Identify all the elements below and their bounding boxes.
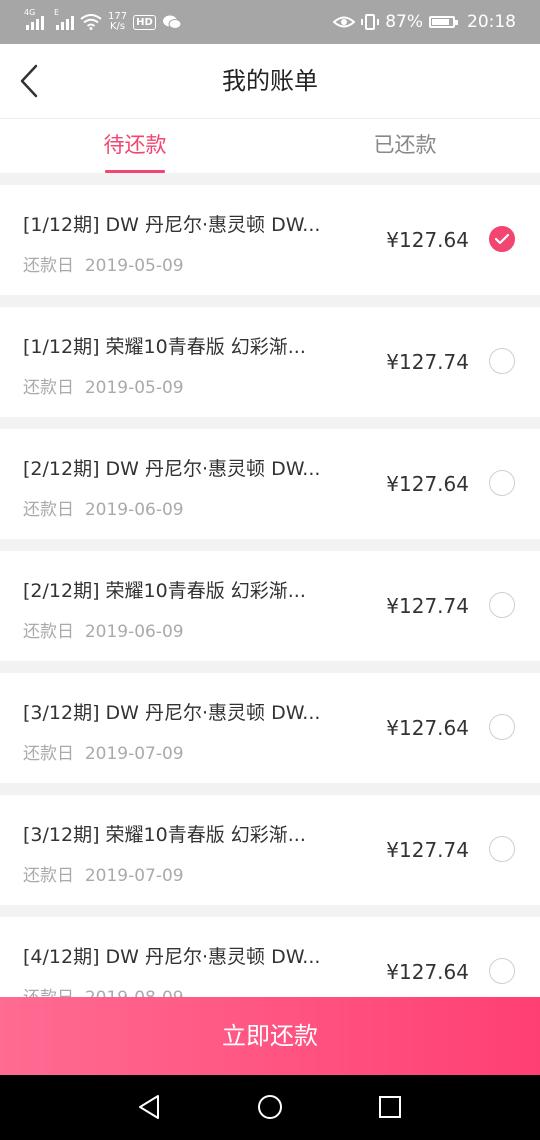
bill-checkbox[interactable] xyxy=(489,348,515,374)
bill-name: [2/12期] 荣耀10青春版 幻彩渐... xyxy=(23,580,306,602)
tab-pending-label: 待还款 xyxy=(103,133,167,157)
bill-item[interactable]: [2/12期] DW 丹尼尔·惠灵顿 DW... 还款日 2019-06-09 … xyxy=(0,429,540,539)
cellular-signal-2-icon: E xyxy=(54,8,74,30)
due-date-value: 2019-05-09 xyxy=(84,378,184,398)
due-date-value: 2019-06-09 xyxy=(84,622,184,642)
network-type-label: 4G xyxy=(24,8,36,17)
due-date-value: 2019-07-09 xyxy=(84,744,184,764)
bill-amount: ¥127.74 xyxy=(386,350,469,374)
due-date-value: 2019-06-09 xyxy=(84,500,184,520)
bill-name: [1/12期] 荣耀10青春版 幻彩渐... xyxy=(23,336,306,358)
page-title: 我的账单 xyxy=(222,67,318,95)
network-type-label-2: E xyxy=(54,8,60,17)
due-date-value: 2019-07-09 xyxy=(84,866,184,886)
system-nav-bar xyxy=(0,1075,540,1140)
due-date-label: 还款日 xyxy=(23,378,74,398)
bill-item[interactable]: [1/12期] DW 丹尼尔·惠灵顿 DW... 还款日 2019-05-09 … xyxy=(0,185,540,295)
bill-checkbox[interactable] xyxy=(489,958,515,984)
bill-due-date: 还款日 2019-07-09 xyxy=(23,861,184,886)
tab-active-indicator xyxy=(105,170,165,173)
bill-checkbox[interactable] xyxy=(489,226,515,252)
bill-amount: ¥127.74 xyxy=(386,594,469,618)
bill-due-date: 还款日 2019-05-09 xyxy=(23,373,184,398)
due-date-label: 还款日 xyxy=(23,256,74,276)
bill-item[interactable]: [1/12期] 荣耀10青春版 幻彩渐... 还款日 2019-05-09 ¥1… xyxy=(0,307,540,417)
bill-item[interactable]: [4/12期] DW 丹尼尔·惠灵顿 DW... 还款日 2019-08-09 … xyxy=(0,917,540,997)
tab-pending[interactable]: 待还款 xyxy=(0,119,270,173)
bill-name: [3/12期] 荣耀10青春版 幻彩渐... xyxy=(23,824,306,846)
bill-amount: ¥127.64 xyxy=(386,960,469,984)
bill-item[interactable]: [2/12期] 荣耀10青春版 幻彩渐... 还款日 2019-06-09 ¥1… xyxy=(0,551,540,661)
bill-amount: ¥127.64 xyxy=(386,716,469,740)
bill-due-date: 还款日 2019-07-09 xyxy=(23,739,184,764)
tab-paid-label: 已还款 xyxy=(373,133,437,157)
due-date-label: 还款日 xyxy=(23,988,74,997)
bill-due-date: 还款日 2019-06-09 xyxy=(23,617,184,642)
bill-name: [1/12期] DW 丹尼尔·惠灵顿 DW... xyxy=(23,214,321,236)
bill-amount: ¥127.64 xyxy=(386,472,469,496)
due-date-label: 还款日 xyxy=(23,744,74,764)
due-date-value: 2019-05-09 xyxy=(84,256,184,276)
bill-name: [3/12期] DW 丹尼尔·惠灵顿 DW... xyxy=(23,702,321,724)
bill-checkbox[interactable] xyxy=(489,714,515,740)
bill-name: [2/12期] DW 丹尼尔·惠灵顿 DW... xyxy=(23,458,321,480)
pay-now-button[interactable]: 立即还款 xyxy=(0,997,540,1075)
wifi-icon xyxy=(80,14,102,30)
status-bar: 4G E 177 K/s HD 87% 20:18 xyxy=(0,0,540,44)
bill-due-date: 还款日 2019-06-09 xyxy=(23,495,184,520)
network-speed: 177 K/s xyxy=(108,12,127,32)
vibrate-icon xyxy=(361,14,380,30)
bill-list[interactable]: [1/12期] DW 丹尼尔·惠灵顿 DW... 还款日 2019-05-09 … xyxy=(0,185,540,997)
bill-amount: ¥127.74 xyxy=(386,838,469,862)
bill-name: [4/12期] DW 丹尼尔·惠灵顿 DW... xyxy=(23,946,321,968)
wechat-icon xyxy=(162,15,182,29)
battery-level-fill xyxy=(432,19,450,25)
bill-due-date: 还款日 2019-08-09 xyxy=(23,983,184,997)
due-date-label: 还款日 xyxy=(23,622,74,642)
app-header: 我的账单 xyxy=(0,44,540,119)
bill-item[interactable]: [3/12期] 荣耀10青春版 幻彩渐... 还款日 2019-07-09 ¥1… xyxy=(0,795,540,905)
due-date-value: 2019-08-09 xyxy=(85,988,184,997)
bill-checkbox[interactable] xyxy=(489,836,515,862)
tab-bar: 待还款 已还款 xyxy=(0,119,540,173)
bill-checkbox[interactable] xyxy=(489,470,515,496)
bill-due-date: 还款日 2019-05-09 xyxy=(23,251,184,276)
nav-recents-icon[interactable] xyxy=(376,1093,404,1121)
hd-badge: HD xyxy=(133,14,156,30)
network-speed-unit: K/s xyxy=(109,21,126,32)
bill-item[interactable]: [3/12期] DW 丹尼尔·惠灵顿 DW... 还款日 2019-07-09 … xyxy=(0,673,540,783)
battery-icon xyxy=(429,16,458,28)
nav-back-icon[interactable] xyxy=(136,1093,164,1121)
nav-home-icon[interactable] xyxy=(256,1093,284,1121)
bill-checkbox[interactable] xyxy=(489,592,515,618)
checkmark-icon xyxy=(495,233,509,245)
tab-paid[interactable]: 已还款 xyxy=(270,119,540,173)
eye-comfort-icon xyxy=(333,16,356,28)
bill-amount: ¥127.64 xyxy=(386,228,469,252)
clock: 20:18 xyxy=(467,12,516,32)
due-date-label: 还款日 xyxy=(23,866,74,886)
due-date-label: 还款日 xyxy=(23,500,74,520)
cellular-signal-icon: 4G xyxy=(24,8,44,30)
battery-percent: 87% xyxy=(385,12,423,32)
